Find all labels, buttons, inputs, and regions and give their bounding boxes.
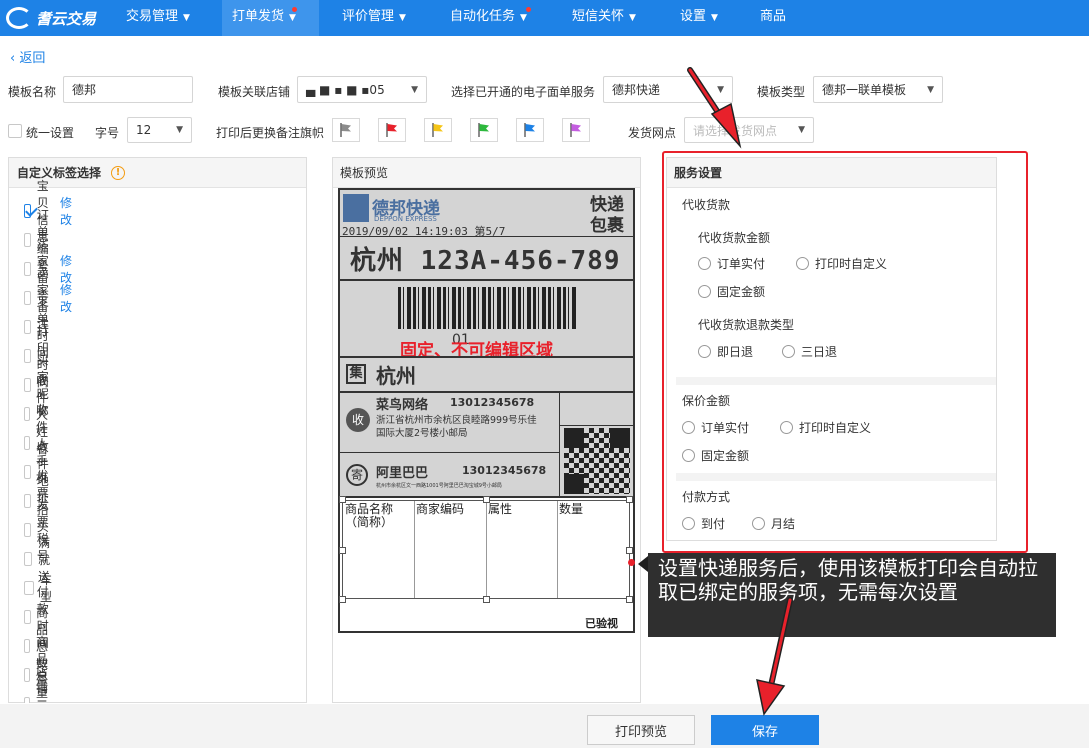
annotation-arrows [687,67,793,716]
annotation-arrow-icon [756,597,793,716]
annotation-arrow-icon [687,67,742,149]
